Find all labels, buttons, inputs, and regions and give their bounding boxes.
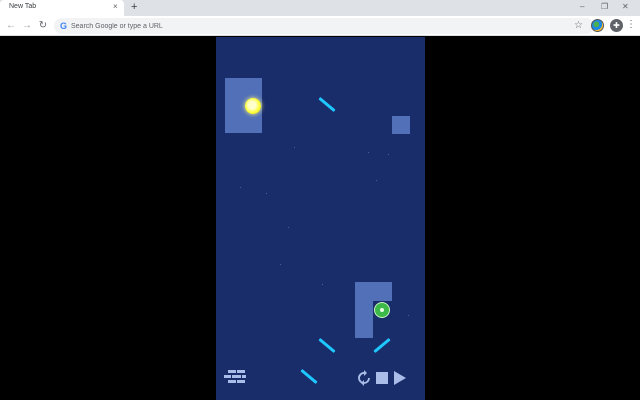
- grid-dot: [280, 264, 281, 265]
- tab-close-icon[interactable]: ×: [113, 2, 118, 12]
- mirror[interactable]: [373, 337, 391, 354]
- omnibox-input[interactable]: [71, 18, 571, 34]
- game-board[interactable]: [216, 37, 425, 400]
- omnibox[interactable]: G: [54, 18, 594, 34]
- browser-toolbar: ← → ↻ G ☆ ✚ ⋮: [0, 16, 640, 36]
- grid-dot: [388, 154, 389, 155]
- tab-new-tab[interactable]: New Tab ×: [0, 0, 124, 16]
- grid-dot: [368, 152, 369, 153]
- mirror[interactable]: [318, 96, 336, 113]
- grid-dot: [376, 180, 377, 181]
- close-window-icon[interactable]: ✕: [622, 2, 629, 12]
- tab-strip: New Tab × + – ❐ ✕: [0, 0, 640, 16]
- light-emitter: [245, 98, 261, 114]
- grid-dot: [240, 187, 241, 188]
- bookmark-star-icon[interactable]: ☆: [574, 20, 583, 31]
- grid-dot: [322, 284, 323, 285]
- grid-dot: [294, 147, 295, 148]
- extensions-icon[interactable]: ✚: [610, 19, 623, 32]
- browser-menu-icon[interactable]: ⋮: [626, 19, 636, 31]
- forward-icon[interactable]: →: [21, 20, 33, 31]
- wall-block: [355, 282, 392, 301]
- page-viewport: [0, 37, 640, 400]
- back-icon[interactable]: ←: [5, 20, 17, 31]
- grid-dot: [288, 227, 289, 228]
- stop-icon[interactable]: [376, 372, 388, 384]
- play-icon[interactable]: [394, 371, 406, 385]
- tab-title: New Tab: [9, 3, 37, 10]
- new-tab-button[interactable]: +: [131, 1, 137, 14]
- restore-icon[interactable]: ❐: [601, 2, 608, 12]
- wall-block: [355, 301, 373, 338]
- mirror[interactable]: [300, 368, 318, 385]
- profile-avatar-icon[interactable]: [591, 19, 604, 32]
- wall-block: [392, 116, 410, 134]
- bricks-menu-icon[interactable]: [224, 370, 246, 384]
- google-icon: G: [60, 21, 68, 31]
- grid-dot: [408, 315, 409, 316]
- restart-icon[interactable]: [356, 370, 372, 386]
- mirror[interactable]: [318, 337, 336, 354]
- minimize-icon[interactable]: –: [580, 2, 584, 12]
- grid-dot: [266, 193, 267, 194]
- light-receiver: [374, 302, 390, 318]
- reload-icon[interactable]: ↻: [37, 20, 49, 31]
